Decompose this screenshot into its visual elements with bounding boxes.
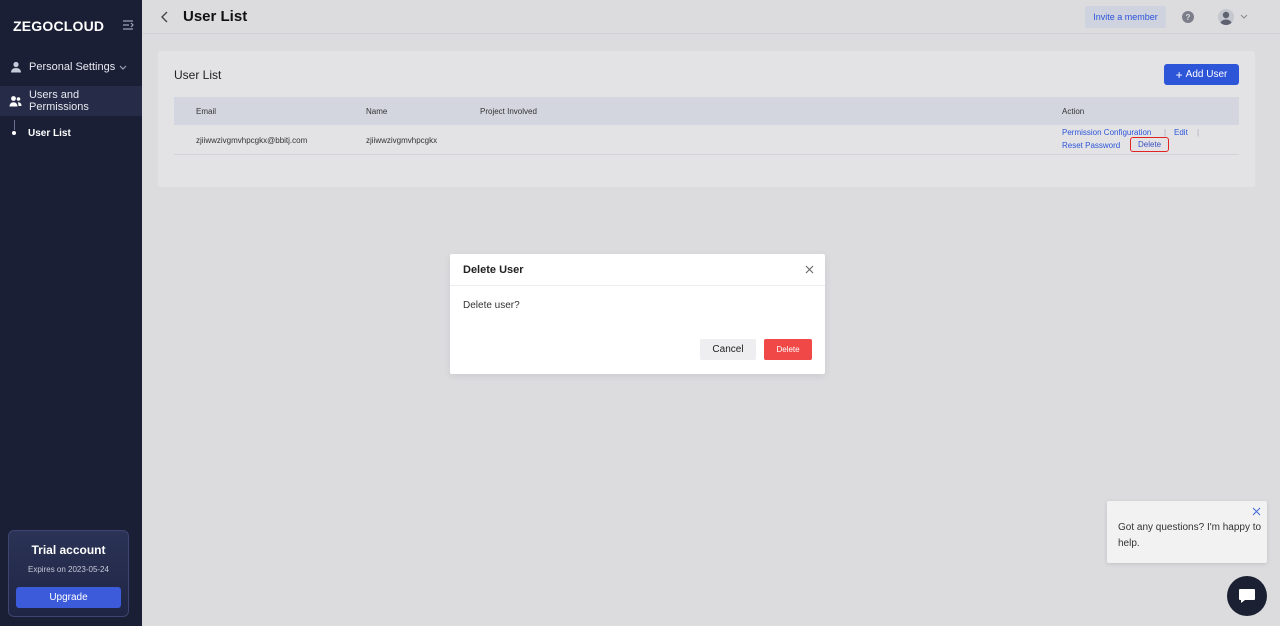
reset-password-link[interactable]: Reset Password xyxy=(1062,141,1120,150)
users-icon xyxy=(9,94,23,108)
column-header-action: Action xyxy=(1062,107,1085,116)
confirm-delete-button[interactable]: Delete xyxy=(764,339,812,360)
dialog-header: Delete User xyxy=(450,254,825,286)
dialog-message: Delete user? xyxy=(463,300,520,311)
permission-configuration-link[interactable]: Permission Configuration xyxy=(1062,128,1151,137)
edit-link[interactable]: Edit xyxy=(1174,128,1188,137)
collapse-menu-icon[interactable] xyxy=(121,18,135,32)
sidebar-item-user-list[interactable]: User List xyxy=(0,124,142,142)
upgrade-button[interactable]: Upgrade xyxy=(16,587,121,608)
invite-member-button[interactable]: Invite a member xyxy=(1085,6,1166,28)
table-row: zjiiwwzivgmvhpcgkx@bbitj.com zjiiwwzivgm… xyxy=(174,125,1239,155)
close-icon[interactable] xyxy=(805,265,814,274)
add-user-label: Add User xyxy=(1185,69,1228,80)
chat-launcher-button[interactable] xyxy=(1227,576,1267,616)
delete-user-dialog: Delete User Delete user? Cancel Delete xyxy=(450,254,825,374)
trial-account-panel: Trial account Expires on 2023-05-24 Upgr… xyxy=(8,530,129,617)
zegocloud-logo[interactable]: ZEGOCLOUD xyxy=(13,18,104,34)
help-icon[interactable]: ? xyxy=(1182,11,1194,23)
sidebar-item-label: Personal Settings xyxy=(29,61,116,73)
close-icon[interactable] xyxy=(1252,507,1261,516)
trial-expiry: Expires on 2023-05-24 xyxy=(28,565,109,574)
column-header-email: Email xyxy=(196,107,217,116)
top-header: User List Invite a member ? xyxy=(142,0,1280,34)
sidebar-item-users-and-permissions[interactable]: Users and Permissions xyxy=(0,86,142,116)
user-icon xyxy=(9,60,23,74)
chevron-down-icon[interactable] xyxy=(1240,12,1248,20)
delete-link[interactable]: Delete xyxy=(1130,137,1170,152)
plus-icon: + xyxy=(1175,67,1183,82)
chevron-down-icon xyxy=(119,65,127,70)
chat-icon xyxy=(1239,589,1255,603)
chat-message: Got any questions? I'm happy to help. xyxy=(1118,522,1262,549)
sidebar: ZEGOCLOUD Personal Settings Users and Pe… xyxy=(0,0,142,626)
avatar[interactable] xyxy=(1218,9,1234,25)
chat-popup[interactable]: Got any questions? I'm happy to help. xyxy=(1107,501,1267,563)
cell-email: zjiiwwzivgmvhpcgkx@bbitj.com xyxy=(196,136,308,145)
divider: | xyxy=(1164,128,1167,137)
add-user-button[interactable]: + Add User xyxy=(1164,64,1239,85)
cancel-button[interactable]: Cancel xyxy=(700,339,756,360)
user-list-card: User List + Add User Email Name Project … xyxy=(158,51,1255,187)
back-arrow-icon[interactable] xyxy=(160,11,170,23)
active-dot-icon xyxy=(12,131,16,135)
cell-name: zjiiwwzivgmvhpcgkx xyxy=(366,136,438,145)
divider: | xyxy=(1197,128,1200,137)
page-title: User List xyxy=(183,8,248,25)
card-title: User List xyxy=(174,68,222,82)
sidebar-item-personal-settings[interactable]: Personal Settings xyxy=(0,52,142,82)
dialog-title: Delete User xyxy=(463,264,524,276)
sidebar-item-label: User List xyxy=(28,127,71,139)
column-header-name: Name xyxy=(366,107,388,116)
sidebar-item-label: Users and Permissions xyxy=(28,89,89,113)
column-header-project: Project Involved xyxy=(480,107,537,116)
trial-title: Trial account xyxy=(31,543,106,557)
table-header: Email Name Project Involved Action xyxy=(174,97,1239,125)
